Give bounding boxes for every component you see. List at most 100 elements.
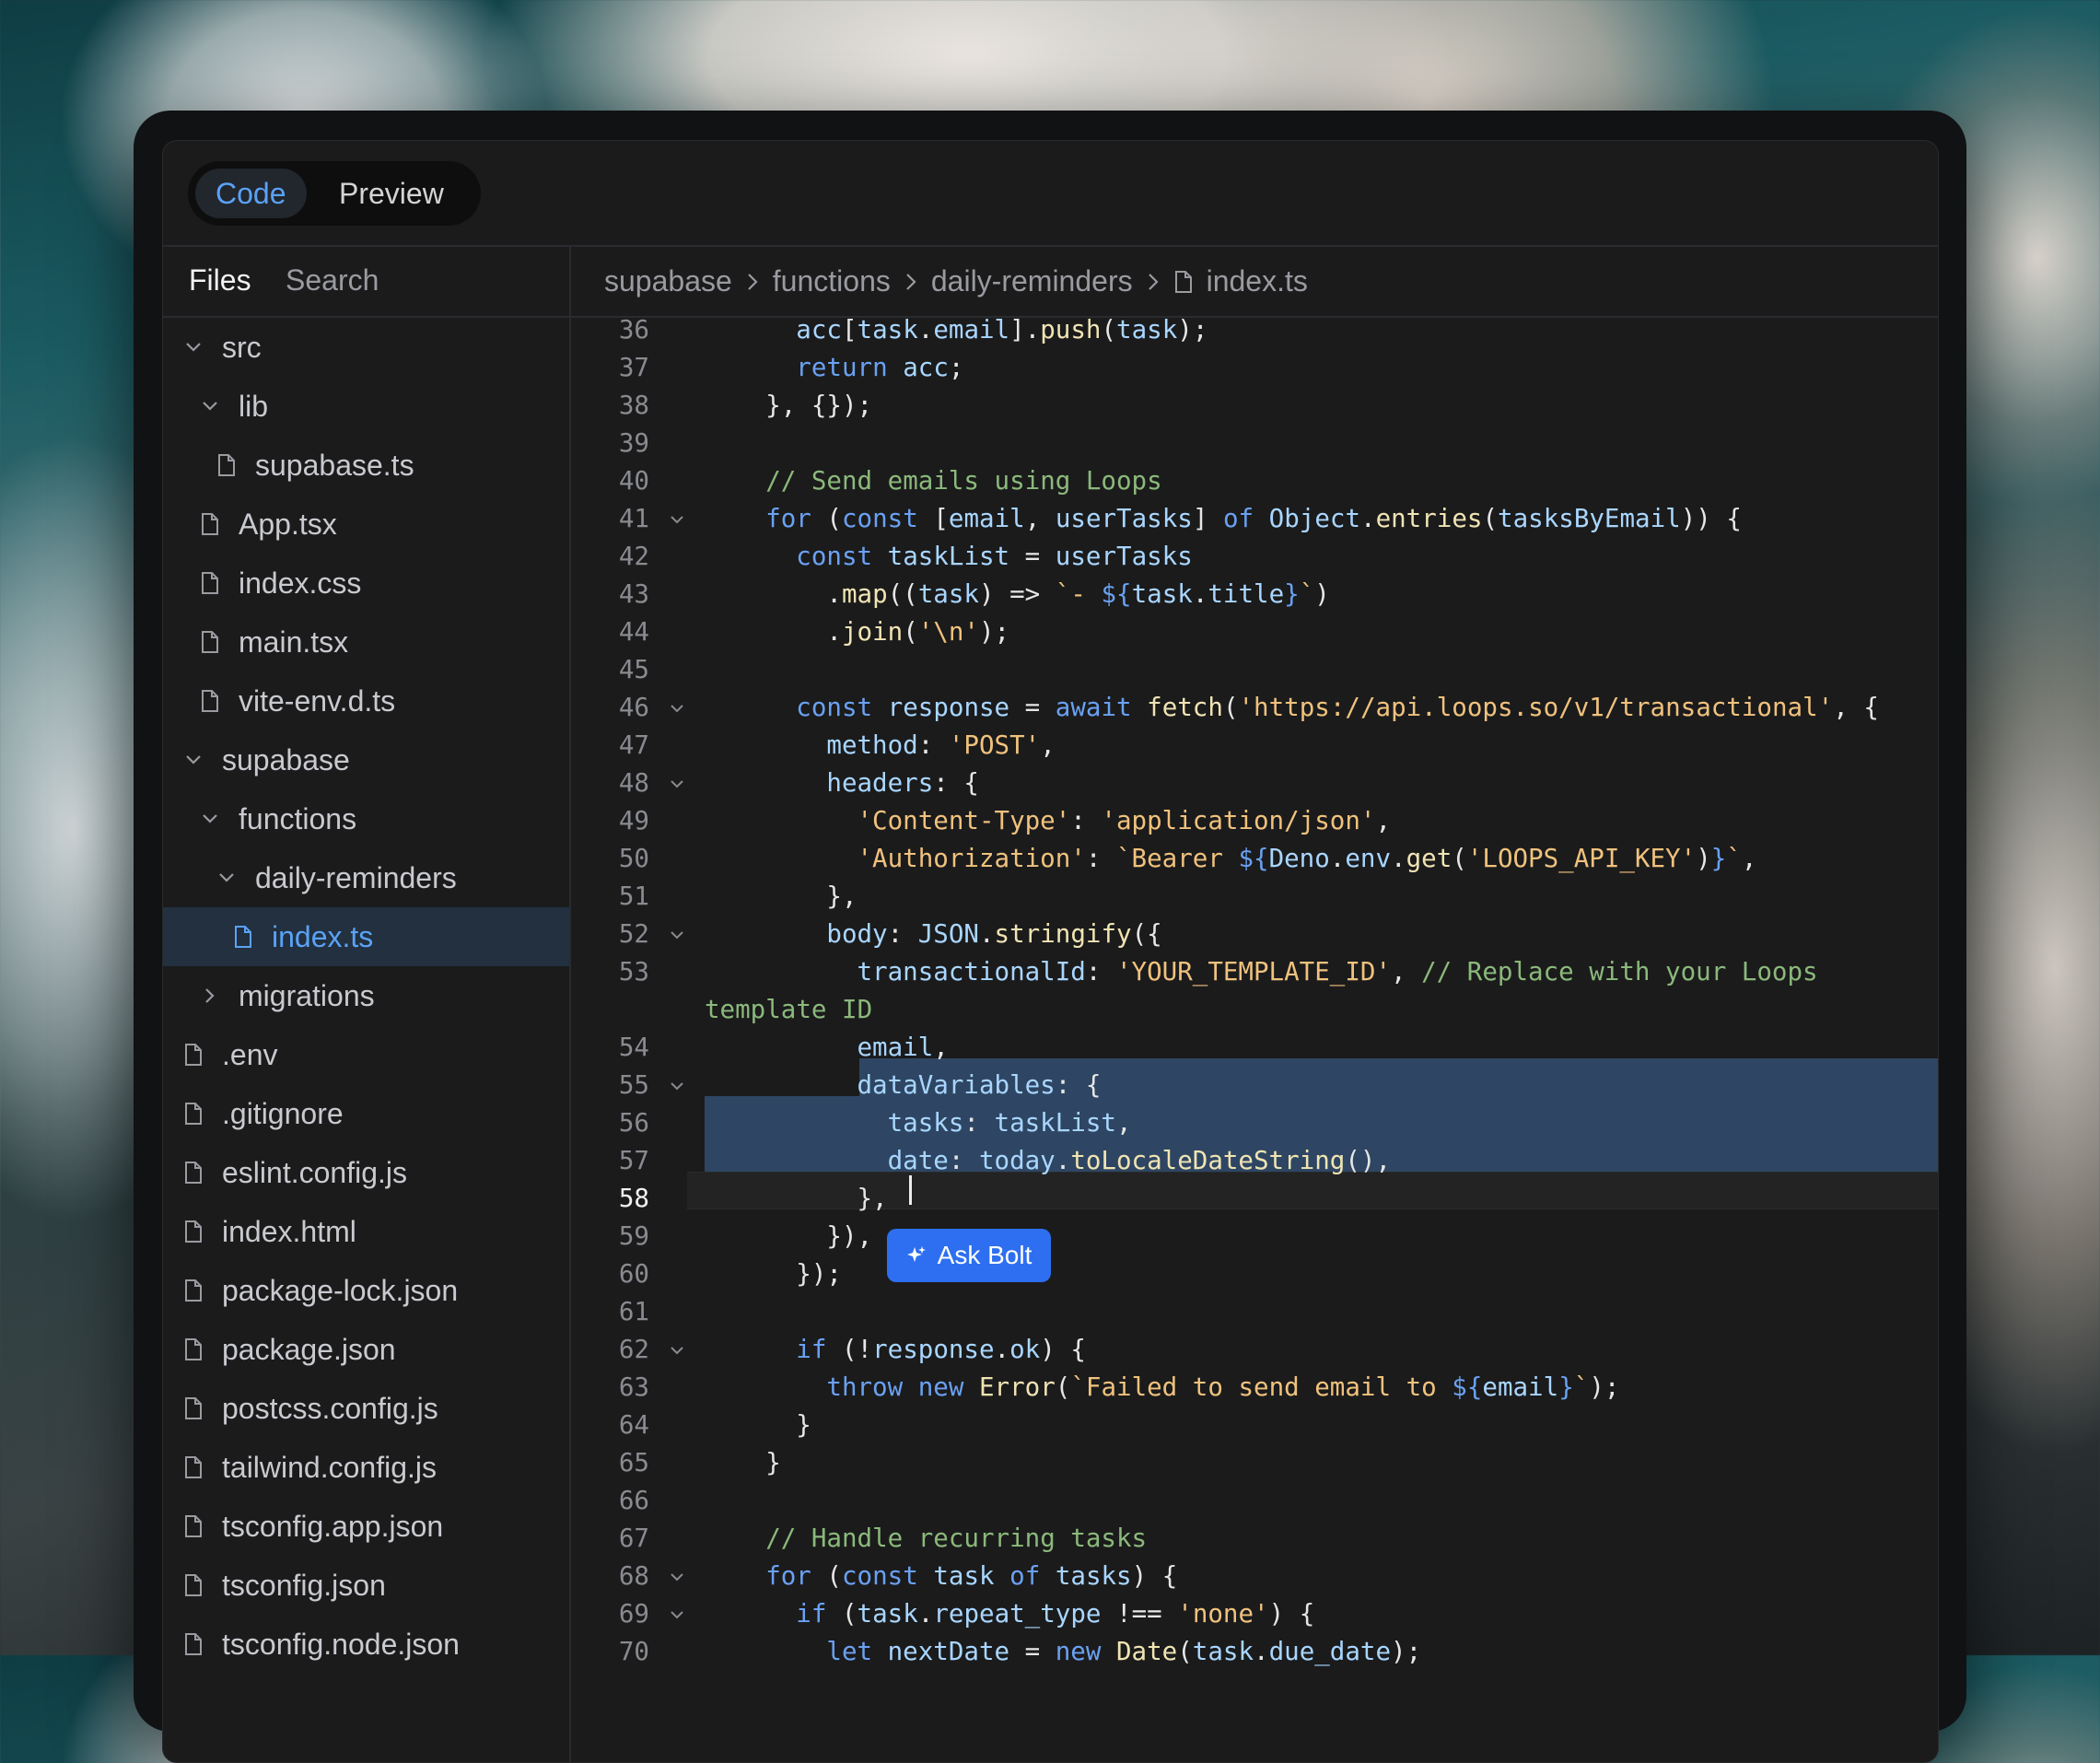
- fold-chevron-icon[interactable]: [669, 916, 687, 953]
- tree-file[interactable]: .env: [163, 1025, 569, 1084]
- chevron-right-icon: [198, 984, 222, 1008]
- tab-preview[interactable]: Preview: [319, 169, 464, 218]
- tree-file[interactable]: tsconfig.json: [163, 1556, 569, 1615]
- tree-item-label: eslint.config.js: [222, 1155, 407, 1189]
- code-text: return acc;: [796, 349, 963, 387]
- tree-file[interactable]: tsconfig.node.json: [163, 1615, 569, 1674]
- code-token: task: [917, 579, 979, 609]
- code-token: : {: [933, 768, 979, 798]
- code-token: }: [765, 1448, 781, 1477]
- tree-item-label: index.css: [239, 566, 362, 600]
- tree-folder[interactable]: daily-reminders: [163, 848, 569, 907]
- tree-file[interactable]: tsconfig.app.json: [163, 1497, 569, 1556]
- file-icon: [198, 512, 222, 536]
- code-token: (: [1055, 1372, 1071, 1402]
- code-text: }: [796, 1407, 811, 1444]
- code-text: }: [765, 1444, 781, 1482]
- tree-file[interactable]: App.tsx: [163, 495, 569, 554]
- code-token: entries: [1375, 504, 1483, 533]
- code-token: ) {: [1131, 1561, 1178, 1591]
- line-number: 69: [618, 1599, 649, 1629]
- tree-file[interactable]: postcss.config.js: [163, 1379, 569, 1438]
- code-token: map: [841, 579, 888, 609]
- line-number: 58: [618, 1184, 649, 1213]
- file-icon: [181, 1573, 205, 1597]
- tree-file[interactable]: package.json: [163, 1320, 569, 1379]
- line-number: 37: [618, 353, 649, 382]
- chevron-down-icon: [215, 866, 239, 890]
- tree-file[interactable]: .gitignore: [163, 1084, 569, 1143]
- tree-file[interactable]: supabase.ts: [163, 436, 569, 495]
- tree-file[interactable]: vite-env.d.ts: [163, 671, 569, 730]
- fold-chevron-icon[interactable]: [669, 765, 687, 802]
- code-token: fetch: [1147, 693, 1223, 722]
- fold-chevron-icon[interactable]: [669, 1595, 687, 1633]
- code-token: const: [841, 504, 918, 533]
- breadcrumb-item[interactable]: supabase: [604, 264, 732, 298]
- line-number: 51: [618, 882, 649, 911]
- code-token: .: [1254, 1637, 1269, 1666]
- code-token: )) {: [1680, 504, 1742, 533]
- line-number: 38: [618, 391, 649, 420]
- tab-files[interactable]: Files: [189, 263, 251, 298]
- code-token: }: [796, 1410, 811, 1440]
- fold-chevron-icon[interactable]: [669, 689, 687, 727]
- chevron-right-icon: [745, 272, 760, 292]
- code-token: email: [1482, 1372, 1559, 1402]
- code-line: 61: [571, 1293, 1938, 1331]
- code-token: task: [857, 318, 918, 344]
- breadcrumb-item-current[interactable]: index.ts: [1207, 264, 1308, 298]
- tree-folder[interactable]: migrations: [163, 966, 569, 1025]
- line-number: 59: [618, 1221, 649, 1251]
- code-token: stringify: [994, 919, 1132, 949]
- fold-chevron-icon[interactable]: [669, 1331, 687, 1369]
- fold-chevron-icon[interactable]: [669, 1067, 687, 1104]
- tab-search[interactable]: Search: [286, 263, 379, 298]
- code-token: ,: [1024, 504, 1056, 533]
- line-number: 43: [618, 579, 649, 609]
- breadcrumb-item[interactable]: daily-reminders: [931, 264, 1133, 298]
- code-text: date: today.toLocaleDateString(),: [888, 1142, 1391, 1180]
- tree-file[interactable]: index.css: [163, 554, 569, 613]
- code-line: 51},: [571, 878, 1938, 916]
- code-area[interactable]: 36 acc[task.email].push(task); 37 return ac…: [571, 318, 1938, 1762]
- file-icon: [181, 1337, 205, 1361]
- code-text: },: [858, 1180, 888, 1218]
- tree-folder[interactable]: src: [163, 318, 569, 377]
- code-token: return: [796, 353, 888, 382]
- chevron-down-icon: [181, 335, 205, 359]
- tree-folder[interactable]: supabase: [163, 730, 569, 789]
- code-token: (: [903, 617, 918, 647]
- tab-code[interactable]: Code: [195, 169, 307, 218]
- tree-folder[interactable]: functions: [163, 789, 569, 848]
- tree-file[interactable]: index.html: [163, 1202, 569, 1261]
- ask-bolt-button[interactable]: Ask Bolt: [887, 1229, 1051, 1282]
- fold-chevron-icon[interactable]: [669, 1558, 687, 1595]
- code-text: const response = await fetch('https://ap…: [796, 689, 1879, 727]
- code-line: 66: [571, 1482, 1938, 1520]
- code-token: headers: [826, 768, 934, 798]
- code-text: },: [826, 878, 857, 916]
- code-line: 36 acc[task.email].push(task);: [571, 318, 1938, 349]
- code-token: today: [978, 1146, 1056, 1175]
- tree-folder[interactable]: lib: [163, 377, 569, 436]
- tree-item-label: daily-reminders: [255, 860, 457, 894]
- code-token: ${: [1238, 844, 1269, 873]
- tree-file[interactable]: package-lock.json: [163, 1261, 569, 1320]
- tree-file[interactable]: index.ts: [163, 907, 569, 966]
- tree-file[interactable]: eslint.config.js: [163, 1143, 569, 1202]
- code-token: .: [826, 617, 842, 647]
- code-token: ,: [933, 1033, 949, 1062]
- tree-item-label: App.tsx: [239, 507, 337, 541]
- tree-file[interactable]: tailwind.config.js: [163, 1438, 569, 1497]
- chevron-right-icon: [1146, 272, 1161, 292]
- fold-chevron-icon[interactable]: [669, 500, 687, 538]
- code-token: :: [917, 730, 949, 760]
- code-text: let nextDate = new Date(task.due_date);: [826, 1633, 1421, 1671]
- breadcrumb-item[interactable]: functions: [773, 264, 891, 298]
- code-token: userTasks: [1055, 504, 1193, 533]
- code-token: task: [933, 1561, 995, 1591]
- file-icon: [181, 1455, 205, 1479]
- tree-file[interactable]: main.tsx: [163, 613, 569, 671]
